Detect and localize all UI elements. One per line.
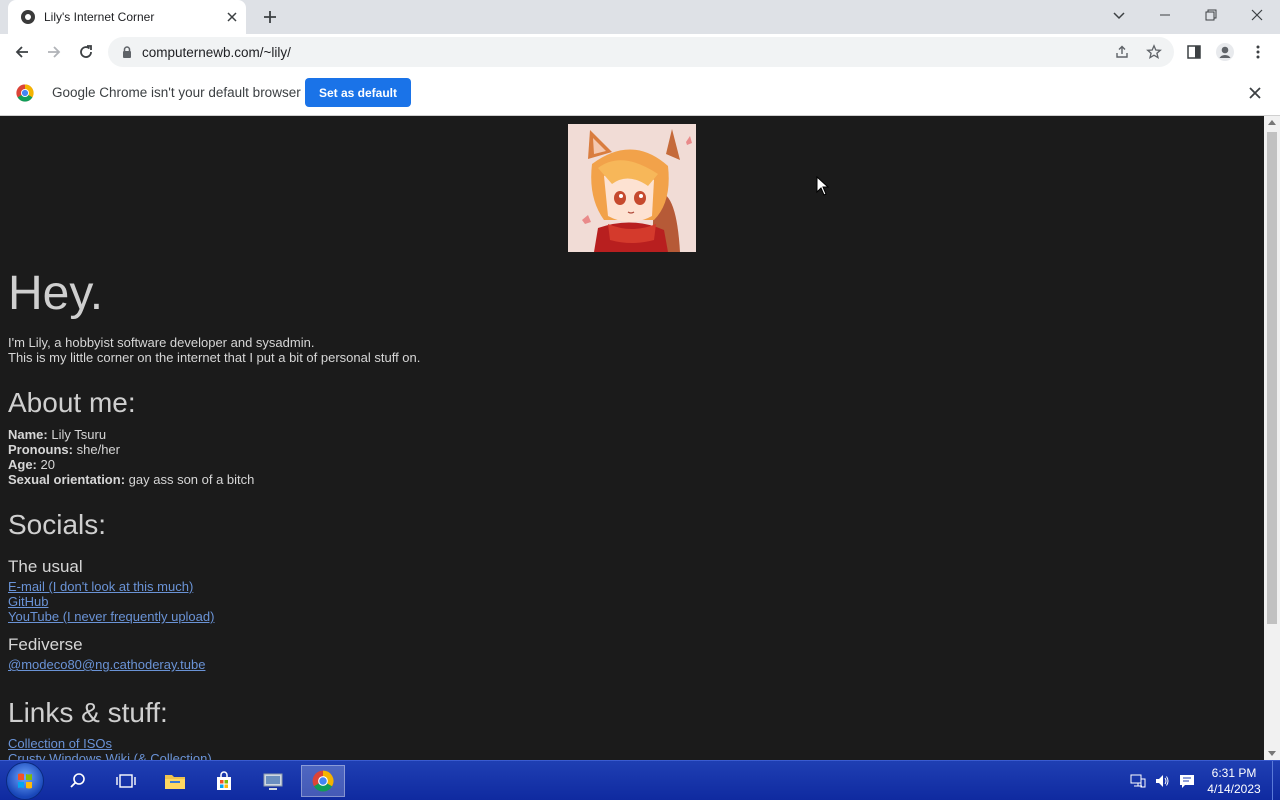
default-browser-infobar: Google Chrome isn't your default browser… xyxy=(0,70,1280,116)
file-explorer-button[interactable] xyxy=(157,765,193,797)
fact-label: Sexual orientation: xyxy=(8,472,126,487)
about-facts: Name: Lily Tsuru Pronouns: she/her Age: … xyxy=(8,427,254,487)
task-view-icon xyxy=(116,774,136,788)
fact-value: gay ass son of a bitch xyxy=(128,472,255,487)
scrollbar[interactable] xyxy=(1264,116,1280,760)
fact-value: 20 xyxy=(40,457,55,472)
usual-heading: The usual xyxy=(8,557,83,576)
minimize-button[interactable] xyxy=(1142,0,1188,30)
task-view-button[interactable] xyxy=(108,765,144,797)
infobar-message: Google Chrome isn't your default browser xyxy=(52,85,301,100)
fediverse-link[interactable]: @modeco80@ng.cathoderay.tube xyxy=(8,657,205,672)
close-window-button[interactable] xyxy=(1234,0,1280,30)
notification-icon[interactable] xyxy=(1179,773,1195,789)
fact-label: Name: xyxy=(8,427,48,442)
profile-icon xyxy=(1216,43,1234,61)
reload-icon xyxy=(80,45,92,58)
fediverse-heading: Fediverse xyxy=(8,635,83,654)
fact-row: Name: Lily Tsuru xyxy=(8,427,254,442)
taskbar: 6:31 PM 4/14/2023 xyxy=(0,760,1280,800)
chrome-taskbar-button[interactable] xyxy=(301,765,345,797)
set-default-button[interactable]: Set as default xyxy=(305,78,411,107)
search-icon xyxy=(70,773,85,788)
socials-heading: Socials: xyxy=(8,509,107,540)
network-icon[interactable] xyxy=(1130,773,1146,789)
fact-row: Age: 20 xyxy=(8,457,254,472)
intro-line: This is my little corner on the internet… xyxy=(8,350,421,365)
forward-icon xyxy=(48,46,61,58)
fact-label: Pronouns: xyxy=(8,442,73,457)
lock-icon[interactable] xyxy=(120,45,134,59)
profile-button[interactable] xyxy=(1215,42,1235,62)
favicon-icon xyxy=(21,10,35,24)
avatar xyxy=(568,124,696,252)
isos-link[interactable]: Collection of ISOs xyxy=(8,736,212,751)
menu-button[interactable] xyxy=(1248,42,1268,62)
restore-button[interactable] xyxy=(1188,0,1234,30)
fact-row: Pronouns: she/her xyxy=(8,442,254,457)
chevron-down-icon xyxy=(1113,12,1125,20)
fact-row: Sexual orientation: gay ass son of a bit… xyxy=(8,472,254,487)
kebab-menu-icon xyxy=(1256,45,1260,59)
intro-text: I'm Lily, a hobbyist software developer … xyxy=(8,335,420,365)
github-link[interactable]: GitHub xyxy=(8,594,214,609)
fact-value: she/her xyxy=(76,442,120,457)
side-panel-button[interactable] xyxy=(1184,42,1204,62)
youtube-link[interactable]: YouTube (I never frequently upload) xyxy=(8,609,214,624)
side-panel-icon xyxy=(1187,45,1201,59)
close-icon[interactable] xyxy=(1247,85,1263,101)
mouse-cursor xyxy=(816,176,830,196)
app-button[interactable] xyxy=(255,765,291,797)
back-icon xyxy=(15,46,28,58)
search-button[interactable] xyxy=(60,765,96,797)
wiki-link[interactable]: Crusty Windows Wiki (& Collection) xyxy=(8,751,212,760)
usual-links: E-mail (I don't look at this much) GitHu… xyxy=(8,579,214,624)
minimize-icon xyxy=(1160,14,1170,16)
close-icon xyxy=(1251,9,1263,21)
clock-date: 4/14/2023 xyxy=(1207,782,1261,796)
star-icon[interactable] xyxy=(1146,44,1162,60)
address-bar[interactable]: computernewb.com/~lily/ xyxy=(108,37,1174,67)
share-icon[interactable] xyxy=(1114,44,1130,60)
clock-time: 6:31 PM xyxy=(1211,766,1257,780)
about-heading: About me: xyxy=(8,387,136,418)
tab-active[interactable]: Lily's Internet Corner xyxy=(8,0,246,34)
system-clock[interactable]: 6:31 PM 4/14/2023 xyxy=(1200,765,1268,797)
store-button[interactable] xyxy=(206,765,242,797)
plus-icon[interactable] xyxy=(260,7,280,27)
intro-line: I'm Lily, a hobbyist software developer … xyxy=(8,335,315,350)
tab-strip: Lily's Internet Corner xyxy=(0,0,1280,34)
page-viewport: Hey. I'm Lily, a hobbyist software devel… xyxy=(0,116,1264,760)
file-explorer-icon xyxy=(165,775,185,789)
page-title: Hey. xyxy=(8,267,104,320)
email-link[interactable]: E-mail (I don't look at this much) xyxy=(8,579,214,594)
chrome-icon xyxy=(312,770,334,792)
reload-button[interactable] xyxy=(76,42,96,62)
scroll-up-arrow[interactable] xyxy=(1268,120,1276,125)
volume-icon[interactable] xyxy=(1154,773,1170,789)
chrome-logo-icon xyxy=(16,84,34,102)
windows-logo-icon xyxy=(18,773,32,789)
forward-button[interactable] xyxy=(44,42,64,62)
back-button[interactable] xyxy=(12,42,32,62)
scroll-down-arrow[interactable] xyxy=(1268,751,1276,756)
store-icon xyxy=(217,771,231,790)
stuff-links: Collection of ISOs Crusty Windows Wiki (… xyxy=(8,736,212,760)
links-heading: Links & stuff: xyxy=(8,697,168,728)
scroll-thumb[interactable] xyxy=(1267,132,1277,624)
show-desktop-button[interactable] xyxy=(1272,761,1280,800)
toolbar: computernewb.com/~lily/ xyxy=(0,34,1280,70)
fact-label: Age: xyxy=(8,457,37,472)
tab-search-button[interactable] xyxy=(1096,0,1142,30)
start-orb-icon[interactable] xyxy=(6,762,44,800)
fact-value: Lily Tsuru xyxy=(51,427,107,442)
app-icon xyxy=(263,773,283,790)
tab-title: Lily's Internet Corner xyxy=(44,10,155,24)
restore-icon xyxy=(1205,9,1217,21)
fediverse-links: @modeco80@ng.cathoderay.tube xyxy=(8,657,205,672)
close-icon[interactable] xyxy=(224,9,240,25)
url-text[interactable]: computernewb.com/~lily/ xyxy=(142,45,291,60)
